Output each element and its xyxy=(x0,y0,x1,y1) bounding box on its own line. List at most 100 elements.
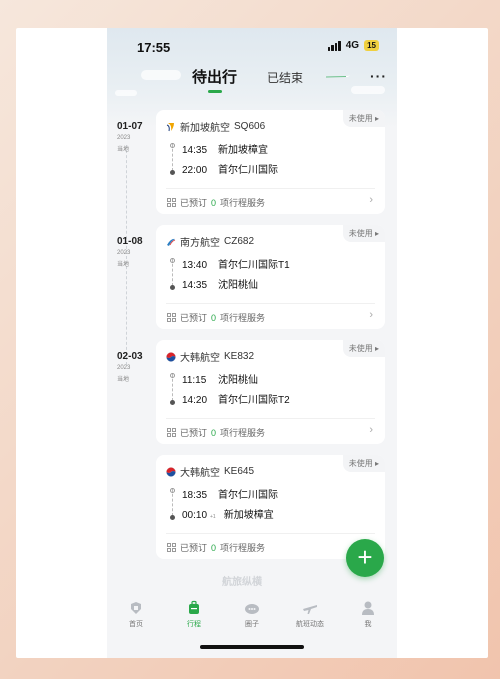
date-local-label: 当地 xyxy=(117,377,130,383)
airline-row: 南方航空 CZ682 xyxy=(166,234,254,249)
tab-finished[interactable]: 已结束 xyxy=(267,69,303,86)
arrival-time: 00:10 xyxy=(182,510,208,521)
phone-screen: 17:55 4G 15 待出行 已结束 ··· 01-07 2023 当地 未使… xyxy=(107,28,397,658)
signal-icon xyxy=(327,40,341,51)
korean-air-logo-icon xyxy=(166,351,176,362)
grid-icon xyxy=(167,313,176,322)
date-local-label: 当地 xyxy=(117,262,130,268)
tab-upcoming[interactable]: 待出行 xyxy=(192,66,237,87)
booked-label: 已预订 xyxy=(180,198,208,208)
booked-label: 已预订 xyxy=(180,313,208,323)
luggage-icon xyxy=(189,600,199,614)
service-row[interactable]: 已预订 0 项行程服务 xyxy=(167,311,265,324)
trip-card[interactable]: 未使用 ▸ 大韩航空 KE645 18:35 首尔仁川国际 00:10 +1 新… xyxy=(156,455,385,559)
airline-row: 新加坡航空 SQ606 xyxy=(166,119,265,134)
trip-card[interactable]: 未使用 ▸ 南方航空 CZ682 13:40 首尔仁川国际T1 14:35 沈阳… xyxy=(156,225,385,329)
date-month-day: 02-03 xyxy=(117,351,143,362)
more-icon[interactable]: ··· xyxy=(370,68,387,84)
date-year: 2023 xyxy=(117,365,131,371)
chevron-right-icon[interactable]: › xyxy=(369,424,373,436)
arrival-time: 14:35 xyxy=(182,280,208,291)
trip-card[interactable]: 未使用 ▸ 大韩航空 KE832 11:15 沈阳桃仙 14:20 首尔仁川国际… xyxy=(156,340,385,444)
arrival-airport: 新加坡樟宜 xyxy=(223,510,274,521)
service-row[interactable]: 已预订 0 项行程服务 xyxy=(167,541,265,554)
trip-card[interactable]: 未使用 ▸ 新加坡航空 SQ606 14:35 新加坡樟宜 22:00 首尔仁川… xyxy=(156,110,385,214)
departure-time: 13:40 xyxy=(182,260,208,271)
plane-icon xyxy=(303,605,317,614)
booked-count: 0 xyxy=(211,427,217,438)
booked-count: 0 xyxy=(211,312,217,323)
status-badge[interactable]: 未使用 ▸ xyxy=(342,110,385,127)
grid-icon xyxy=(167,198,176,207)
card-divider xyxy=(166,303,375,304)
arrival-row: 14:20 首尔仁川国际T2 xyxy=(182,391,290,406)
flight-path-line xyxy=(172,144,173,171)
add-trip-button[interactable]: + xyxy=(346,539,384,577)
flight-number: KE832 xyxy=(224,351,255,362)
chevron-right-icon[interactable]: › xyxy=(369,309,373,321)
status-badge[interactable]: 未使用 ▸ xyxy=(342,455,385,472)
card-divider xyxy=(166,188,375,189)
status-indicators: 4G 15 xyxy=(327,40,379,51)
flight-number: SQ606 xyxy=(234,121,266,132)
departure-airport: 首尔仁川国际 xyxy=(218,490,278,501)
arrival-airport: 首尔仁川国际 xyxy=(218,165,278,176)
departure-row: 18:35 首尔仁川国际 xyxy=(182,486,278,501)
tab-active-indicator xyxy=(208,90,222,93)
airline-name: 新加坡航空 xyxy=(180,123,230,134)
airline-row: 大韩航空 KE645 xyxy=(166,464,254,479)
service-row[interactable]: 已预订 0 项行程服务 xyxy=(167,426,265,439)
departure-airport: 新加坡樟宜 xyxy=(218,145,268,156)
home-icon xyxy=(131,602,141,614)
nav-item-home[interactable]: 首页 xyxy=(111,596,161,658)
china-southern-logo-icon xyxy=(167,238,176,246)
service-label: 项行程服务 xyxy=(220,428,266,438)
arrival-airport: 首尔仁川国际T2 xyxy=(218,395,290,406)
status-badge[interactable]: 未使用 ▸ xyxy=(342,225,385,242)
home-indicator[interactable] xyxy=(200,645,304,649)
arrival-dot xyxy=(170,285,175,290)
date-year: 2023 xyxy=(117,135,131,141)
status-time: 17:55 xyxy=(137,40,171,55)
grid-icon xyxy=(167,428,176,437)
booked-label: 已预订 xyxy=(180,543,208,553)
departure-airport: 首尔仁川国际T1 xyxy=(218,260,290,271)
service-label: 项行程服务 xyxy=(220,543,266,553)
chevron-right-icon[interactable]: › xyxy=(369,194,373,206)
service-row[interactable]: 已预订 0 项行程服务 xyxy=(167,196,265,209)
service-label: 项行程服务 xyxy=(220,313,266,323)
flight-path-line xyxy=(172,489,173,516)
card-divider xyxy=(166,418,375,419)
date-label: 02-03 2023 当地 xyxy=(117,351,155,383)
card-divider xyxy=(166,533,375,534)
singapore-airlines-logo-icon xyxy=(166,122,174,131)
flight-number: CZ682 xyxy=(224,236,255,247)
departure-row: 11:15 沈阳桃仙 xyxy=(182,371,258,386)
date-label: 01-07 2023 当地 xyxy=(117,121,155,153)
flight-number: KE645 xyxy=(224,466,255,477)
flight-path-line xyxy=(172,259,173,286)
booked-label: 已预订 xyxy=(180,428,208,438)
date-local-label: 当地 xyxy=(117,147,130,153)
departure-time: 14:35 xyxy=(182,145,208,156)
arrival-airport: 沈阳桃仙 xyxy=(218,280,258,291)
airline-name: 大韩航空 xyxy=(180,468,220,479)
booked-count: 0 xyxy=(211,197,217,208)
service-label: 项行程服务 xyxy=(220,198,266,208)
arrival-row: 00:10 +1 新加坡樟宜 xyxy=(182,506,274,521)
nav-item-me[interactable]: 我 xyxy=(343,596,393,658)
status-badge[interactable]: 未使用 ▸ xyxy=(342,340,385,357)
arrival-dot xyxy=(170,400,175,405)
arrival-dot xyxy=(170,170,175,175)
departure-row: 13:40 首尔仁川国际T1 xyxy=(182,256,290,271)
person-icon xyxy=(362,601,374,615)
arrival-row: 14:35 沈阳桃仙 xyxy=(182,276,258,291)
arrival-time: 22:00 xyxy=(182,165,208,176)
booked-count: 0 xyxy=(211,542,217,553)
plus-day-marker: +1 xyxy=(210,514,216,520)
korean-air-logo-icon xyxy=(166,466,176,477)
arrival-time: 14:20 xyxy=(182,395,208,406)
flight-path-line xyxy=(172,374,173,401)
departure-time: 11:15 xyxy=(182,375,207,386)
plane-decoration-icon xyxy=(322,75,350,78)
